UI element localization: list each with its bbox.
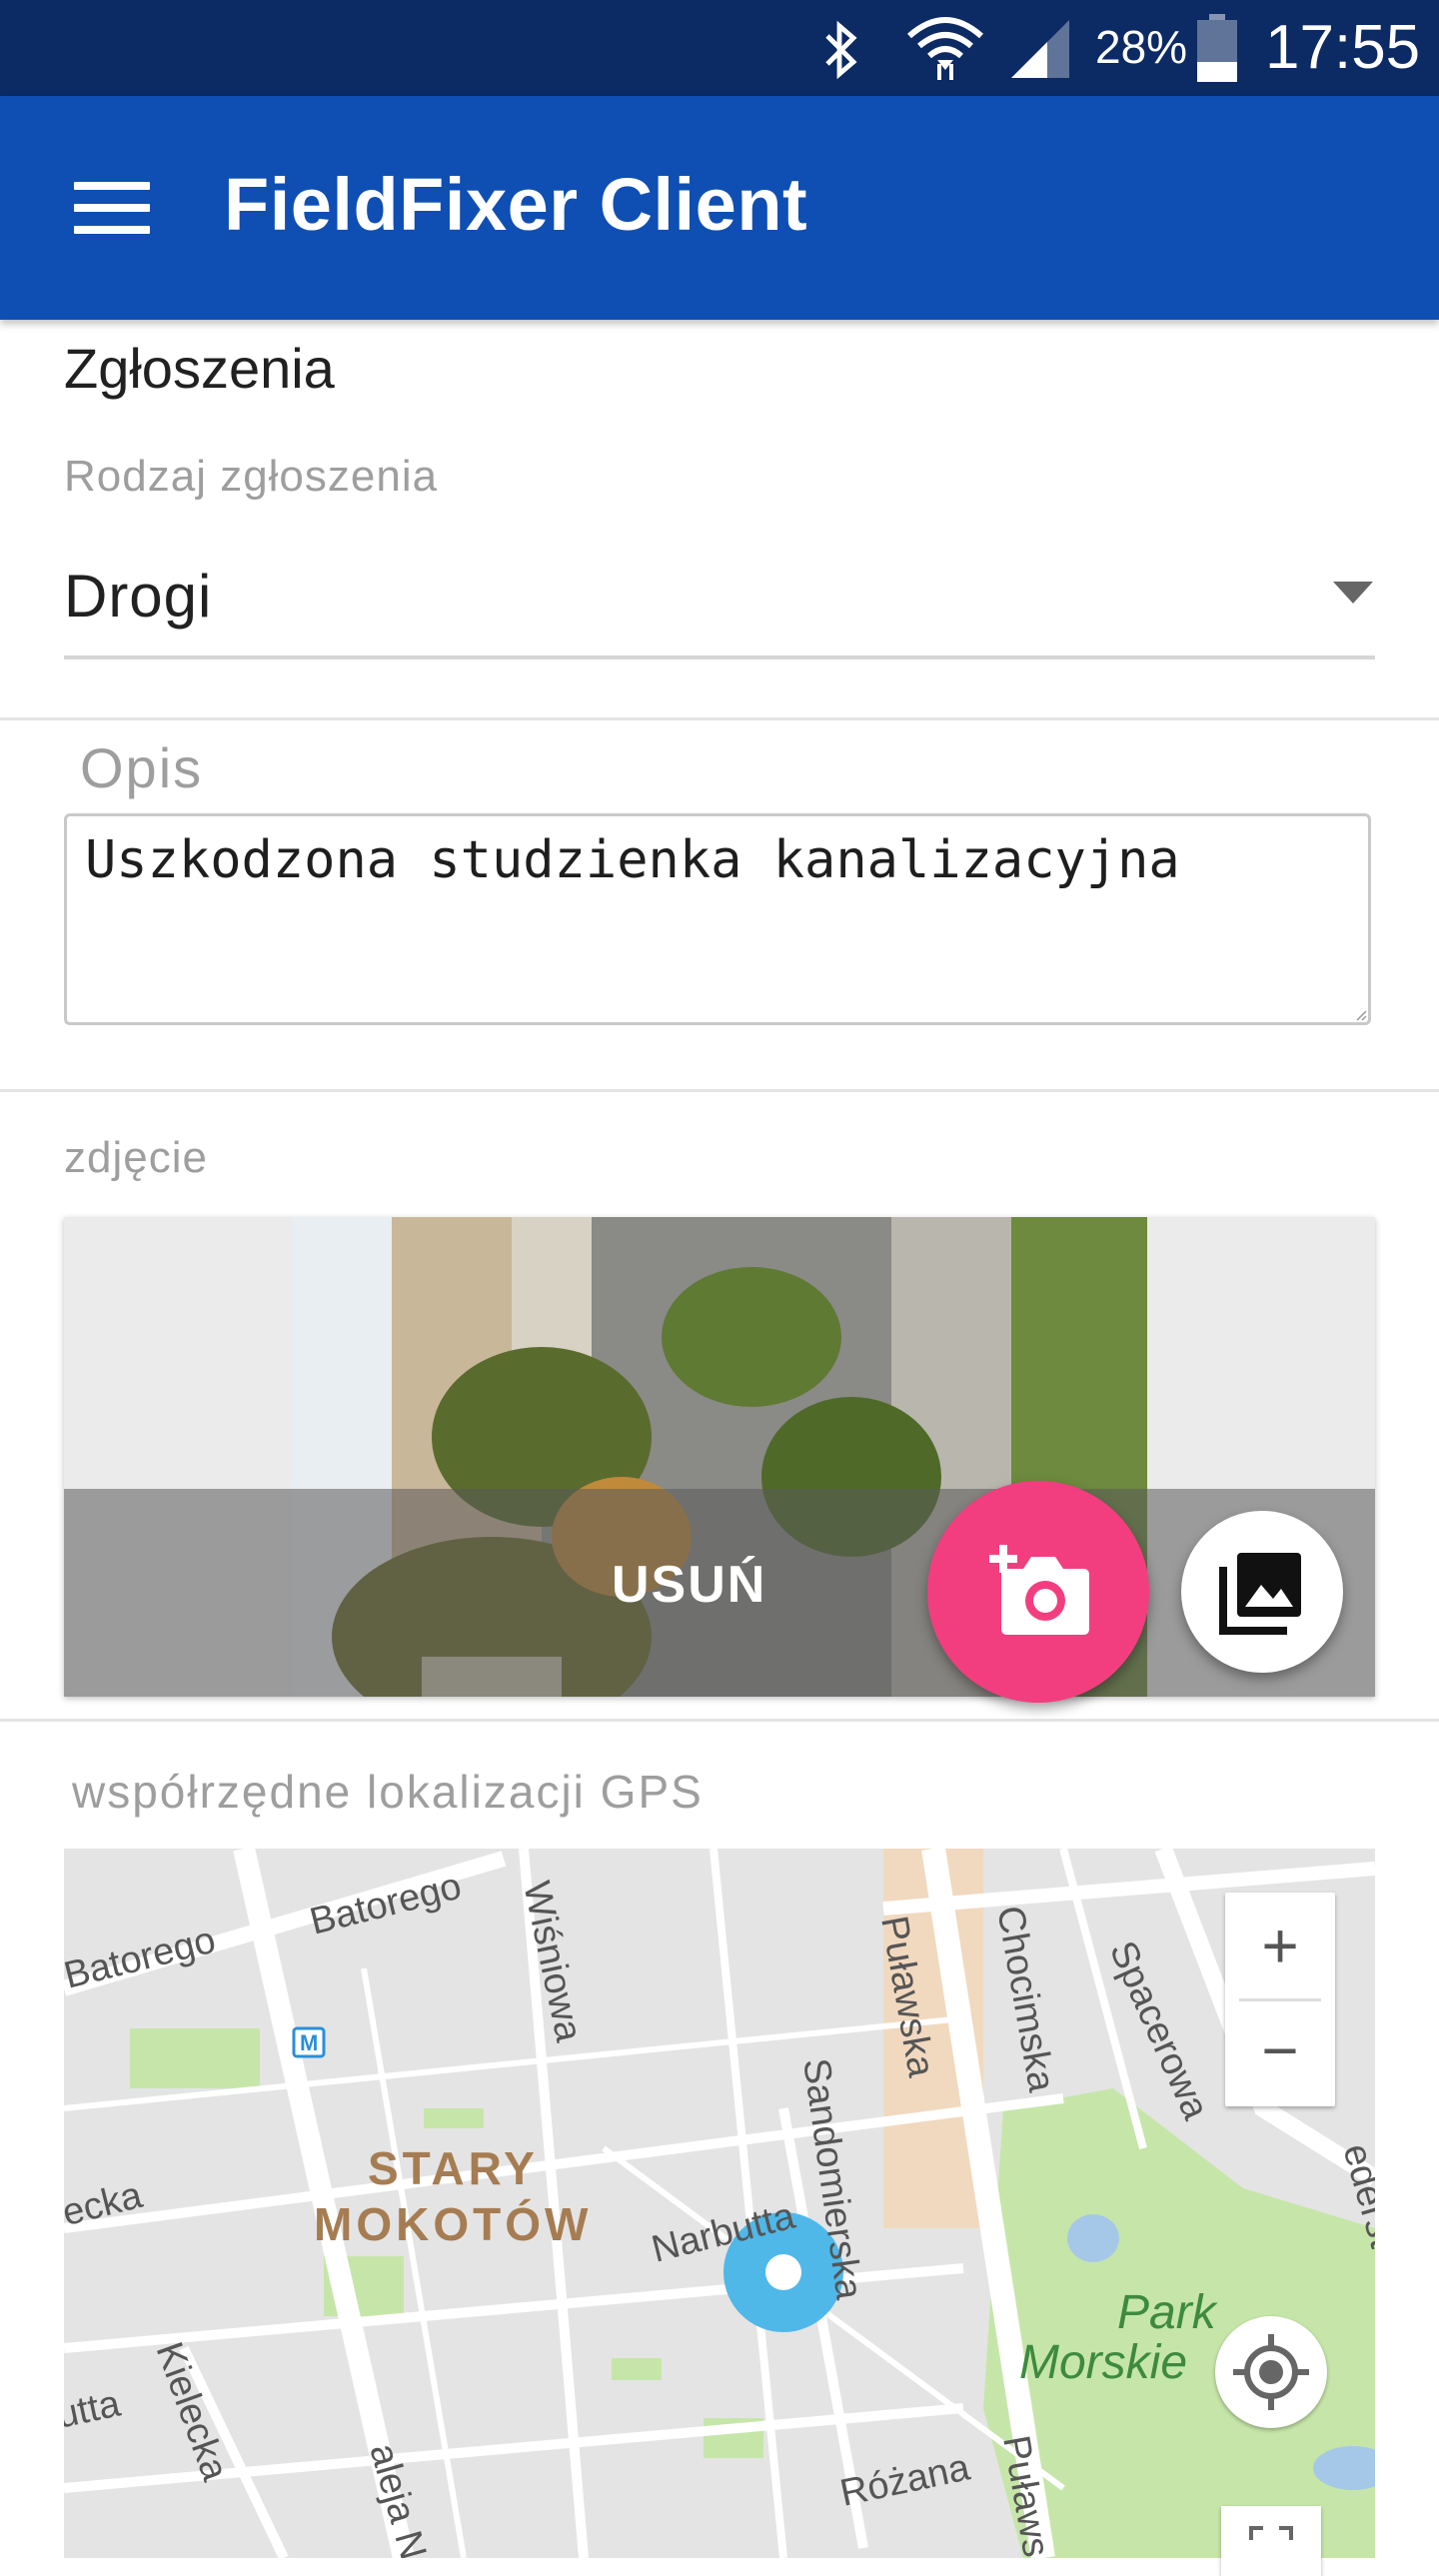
bluetooth-icon <box>825 20 857 80</box>
status-bar: 28% 17:55 <box>0 0 1439 96</box>
select-underline <box>64 655 1375 659</box>
description-textarea[interactable]: Uszkodzona studzienka kanalizacyjna <box>64 813 1371 1025</box>
wifi-icon <box>907 17 983 80</box>
delete-photo-button[interactable]: USUŃ <box>612 1555 766 1615</box>
app-bar: FieldFixer Client <box>0 96 1439 320</box>
resize-handle-icon[interactable] <box>1355 1009 1367 1021</box>
map[interactable]: Batorego Batorego Wiśniowa Puławska Choc… <box>64 1849 1375 2558</box>
metro-icon: M <box>300 2030 318 2055</box>
description-label: Opis <box>80 736 204 799</box>
section-value: Zgłoszenia <box>64 337 335 400</box>
map-tiles: Batorego Batorego Wiśniowa Puławska Choc… <box>64 1849 1375 2558</box>
app-title: FieldFixer Client <box>224 163 808 246</box>
dropdown-arrow-icon[interactable] <box>1333 582 1373 604</box>
fullscreen-icon <box>1249 2526 1293 2540</box>
district-label: STARY <box>368 2142 539 2194</box>
district-label: MOKOTÓW <box>314 2198 592 2250</box>
add-camera-icon <box>989 1545 1089 1635</box>
crosshair-icon <box>1233 2334 1309 2410</box>
zoom-in-button[interactable]: + <box>1225 1893 1335 1998</box>
divider <box>0 1719 1439 1722</box>
photo-library-icon <box>1219 1553 1301 1635</box>
gallery-button[interactable] <box>1181 1511 1343 1673</box>
park-label: Morskie <box>1019 2336 1187 2389</box>
type-label: Rodzaj zgłoszenia <box>64 452 439 501</box>
battery-percent: 28% <box>1095 21 1188 73</box>
clock: 17:55 <box>1265 13 1421 82</box>
my-location-button[interactable] <box>1215 2316 1327 2428</box>
zoom-control: + − <box>1225 1893 1335 2106</box>
signal-icon <box>1011 20 1069 78</box>
photo-label: zdjęcie <box>64 1133 208 1182</box>
battery-icon <box>1197 14 1237 82</box>
fullscreen-button[interactable] <box>1221 2506 1321 2576</box>
hamburger-menu-icon[interactable] <box>74 182 150 234</box>
divider <box>0 1089 1439 1092</box>
type-select[interactable]: Drogi <box>64 562 212 631</box>
photo-card <box>64 1217 1375 1697</box>
divider <box>0 717 1439 720</box>
gps-label: współrzędne lokalizacji GPS <box>72 1766 704 1818</box>
add-photo-button[interactable] <box>927 1481 1149 1703</box>
park-label: Park <box>1117 2286 1219 2339</box>
zoom-out-button[interactable]: − <box>1225 2000 1335 2106</box>
